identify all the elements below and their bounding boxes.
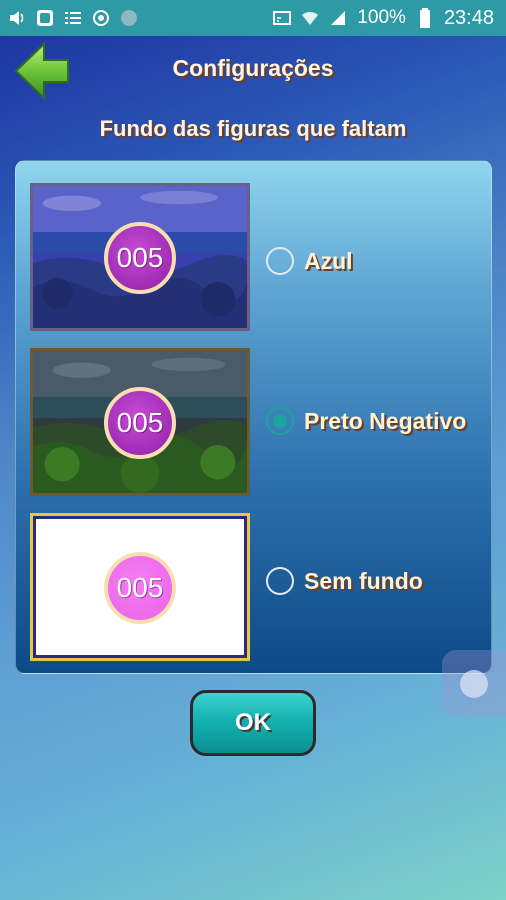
app-icon — [36, 9, 54, 27]
preview-black-negative-background[interactable]: 005 — [30, 348, 250, 496]
battery-icon — [416, 8, 434, 28]
cast-icon — [273, 9, 292, 27]
preview-no-background[interactable]: 005 — [30, 513, 250, 661]
signal-icon — [329, 9, 347, 27]
number-badge: 005 — [104, 222, 176, 294]
number-badge: 005 — [104, 552, 176, 624]
wifi-icon — [301, 9, 319, 27]
status-right-icons: 100% 23:48 — [273, 7, 494, 30]
ok-label: OK — [235, 709, 271, 736]
option-label-azul: Azul — [304, 247, 353, 274]
section-subtitle: Fundo das figuras que faltam — [99, 116, 407, 141]
sync-icon — [92, 9, 110, 27]
battery-percent: 100% — [357, 7, 406, 28]
radio-azul[interactable] — [266, 247, 294, 275]
number-badge: 005 — [104, 387, 176, 459]
volume-icon — [8, 9, 26, 27]
assist-dot-icon — [460, 670, 488, 698]
dot-icon — [120, 9, 138, 27]
background-options-panel: 005 Azul 005 Preto Negativo 005 Sem fund… — [15, 160, 492, 674]
page-title: Configurações — [172, 55, 334, 81]
option-preto-negativo[interactable]: Preto Negativo — [266, 407, 466, 435]
list-icon — [64, 9, 82, 27]
floating-assist-button[interactable] — [442, 650, 506, 716]
option-label-preto-negativo: Preto Negativo — [304, 407, 467, 434]
option-sem-fundo[interactable]: Sem fundo — [266, 567, 423, 595]
status-left-icons — [8, 9, 138, 27]
radio-sem-fundo[interactable] — [266, 567, 294, 595]
status-bar: 100% 23:48 — [0, 0, 506, 36]
option-azul[interactable]: Azul — [266, 247, 353, 275]
option-label-sem-fundo: Sem fundo — [304, 567, 423, 594]
clock: 23:48 — [443, 6, 494, 29]
preview-blue-background[interactable]: 005 — [30, 183, 250, 331]
ok-button[interactable]: OK — [190, 690, 316, 756]
radio-preto-negativo[interactable] — [266, 407, 294, 435]
